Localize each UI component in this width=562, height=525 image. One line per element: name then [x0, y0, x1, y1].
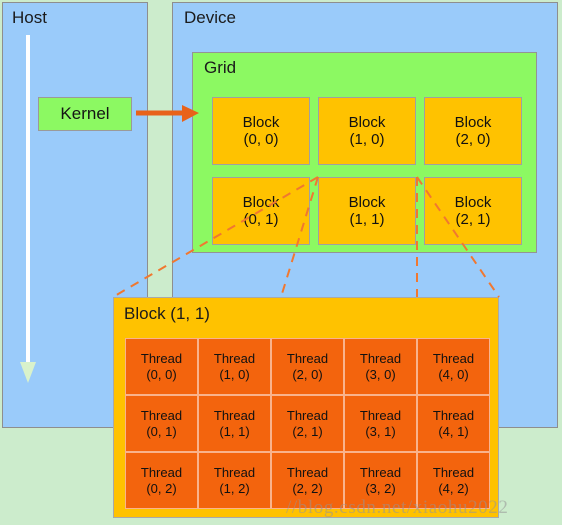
grid-block[interactable]: Block (0, 0) — [212, 97, 310, 165]
thread-index: (3, 0) — [365, 366, 396, 382]
thread-cell[interactable]: Thread (0, 2) — [125, 452, 198, 509]
block-index: (2, 1) — [455, 211, 491, 228]
thread-name: Thread — [213, 465, 256, 481]
device-label: Device — [184, 8, 236, 27]
host-label: Host — [12, 8, 47, 27]
grid-block[interactable]: Block (2, 1) — [424, 177, 522, 245]
thread-cell[interactable]: Thread (3, 1) — [344, 395, 417, 452]
thread-index: (2, 2) — [292, 480, 323, 496]
block-index: (1, 1) — [349, 211, 385, 228]
block-index: (2, 0) — [455, 131, 491, 148]
thread-index: (0, 1) — [146, 423, 177, 439]
block-name: Block — [242, 113, 280, 131]
thread-cell[interactable]: Thread (4, 1) — [417, 395, 490, 452]
thread-cell[interactable]: Thread (0, 1) — [125, 395, 198, 452]
thread-name: Thread — [359, 351, 402, 367]
thread-index: (1, 0) — [219, 366, 250, 382]
thread-cell[interactable]: Thread (1, 0) — [198, 338, 271, 395]
thread-name: Thread — [359, 408, 402, 424]
block-index: (0, 0) — [243, 131, 279, 148]
thread-name: Thread — [140, 408, 183, 424]
block-index: (1, 0) — [349, 131, 385, 148]
block-detail-label: Block (1, 1) — [124, 304, 210, 323]
thread-index: (0, 2) — [146, 480, 177, 496]
grid-block-selected[interactable]: Block (1, 1) — [318, 177, 416, 245]
thread-cell[interactable]: Thread (1, 2) — [198, 452, 271, 509]
thread-index: (3, 2) — [365, 480, 396, 496]
kernel-box[interactable]: Kernel — [38, 97, 132, 131]
block-index: (0, 1) — [243, 211, 279, 228]
thread-index: (4, 2) — [438, 480, 469, 496]
thread-name: Thread — [213, 408, 256, 424]
thread-name: Thread — [432, 408, 475, 424]
thread-cell[interactable]: Thread (1, 1) — [198, 395, 271, 452]
block-name: Block — [348, 113, 386, 131]
cuda-hierarchy-diagram: Host Kernel Device Grid Block (0, 0) Blo… — [0, 0, 562, 525]
grid-label: Grid — [204, 58, 237, 77]
thread-index: (2, 1) — [292, 423, 323, 439]
thread-index: (4, 0) — [438, 366, 469, 382]
thread-name: Thread — [140, 351, 183, 367]
grid-block[interactable]: Block (0, 1) — [212, 177, 310, 245]
grid-block[interactable]: Block (1, 0) — [318, 97, 416, 165]
thread-cell[interactable]: Thread (2, 1) — [271, 395, 344, 452]
thread-name: Thread — [213, 351, 256, 367]
thread-name: Thread — [432, 465, 475, 481]
watermark-text: //blog.csdn.net/xiaohu2022 — [286, 497, 509, 518]
thread-name: Thread — [140, 465, 183, 481]
thread-cell[interactable]: Thread (4, 0) — [417, 338, 490, 395]
thread-name: Thread — [286, 351, 329, 367]
thread-index: (1, 1) — [219, 423, 250, 439]
block-name: Block — [454, 193, 492, 211]
thread-index: (0, 0) — [146, 366, 177, 382]
thread-index: (1, 2) — [219, 480, 250, 496]
thread-index: (4, 1) — [438, 423, 469, 439]
thread-name: Thread — [286, 408, 329, 424]
thread-cell[interactable]: Thread (0, 0) — [125, 338, 198, 395]
thread-name: Thread — [432, 351, 475, 367]
kernel-label: Kernel — [60, 104, 110, 123]
thread-index: (3, 1) — [365, 423, 396, 439]
thread-name: Thread — [286, 465, 329, 481]
block-name: Block — [348, 193, 386, 211]
block-name: Block — [454, 113, 492, 131]
thread-cell[interactable]: Thread (3, 0) — [344, 338, 417, 395]
thread-index: (2, 0) — [292, 366, 323, 382]
block-name: Block — [242, 193, 280, 211]
thread-name: Thread — [359, 465, 402, 481]
grid-block[interactable]: Block (2, 0) — [424, 97, 522, 165]
thread-cell[interactable]: Thread (2, 0) — [271, 338, 344, 395]
